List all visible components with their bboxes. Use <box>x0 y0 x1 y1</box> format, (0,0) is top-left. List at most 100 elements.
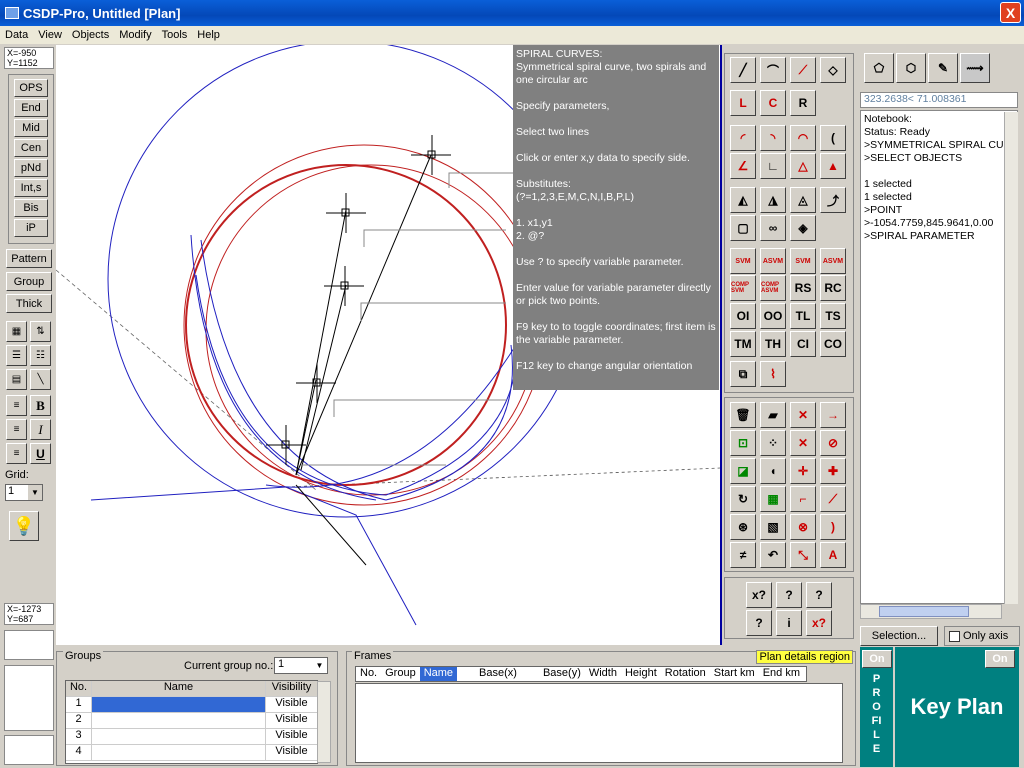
arc-2-icon[interactable]: ◜ <box>730 125 756 151</box>
align-left-icon[interactable]: ≡ <box>6 395 27 416</box>
ci-button[interactable]: CI <box>790 331 816 357</box>
row-name[interactable] <box>92 697 266 712</box>
row-visibility[interactable]: Visible <box>266 697 317 712</box>
tri-e-icon[interactable]: ▲ <box>820 153 846 179</box>
arc-4-icon[interactable]: ( <box>820 125 846 151</box>
arc-3-icon[interactable]: ◝ <box>760 125 786 151</box>
polyline-icon[interactable]: ◇ <box>820 57 846 83</box>
snap-mid-button[interactable]: Mid <box>14 119 48 137</box>
thick-button[interactable]: Thick <box>6 294 52 313</box>
arc-icon[interactable]: ⌒ <box>760 57 786 83</box>
close-button[interactable]: X <box>1000 2 1021 23</box>
grid-select[interactable]: 1 ▼ <box>5 484 43 501</box>
row-visibility[interactable]: Visible <box>266 713 317 728</box>
stairs-icon[interactable]: ⌇ <box>760 361 786 387</box>
current-group-select[interactable]: 1 ▼ <box>274 657 328 674</box>
col-start-km[interactable]: Start km <box>710 667 759 681</box>
rounded-rect-icon[interactable]: ▢ <box>730 215 756 241</box>
snap-bis-button[interactable]: Bis <box>14 199 48 217</box>
tm-button[interactable]: TM <box>730 331 756 357</box>
hatch-icon[interactable]: ▧ <box>760 514 786 540</box>
erase-icon[interactable]: ▰ <box>760 402 786 428</box>
row-name[interactable] <box>92 745 266 760</box>
svm-icon[interactable]: SVM <box>730 248 756 274</box>
line-icon[interactable]: ╱ <box>730 57 756 83</box>
list-icon[interactable]: ☰ <box>6 345 27 366</box>
selection-button[interactable]: Selection... <box>860 626 938 646</box>
align-right-icon[interactable]: ≡ <box>6 443 27 464</box>
delete-icon[interactable]: 🗑 <box>730 402 756 428</box>
snap-ip-button[interactable]: iP <box>14 219 48 237</box>
pattern-button[interactable]: Pattern <box>6 249 52 268</box>
menu-modify[interactable]: Modify <box>114 29 156 41</box>
trim-icon[interactable]: ✕ <box>790 430 816 456</box>
info-icon[interactable]: i <box>776 610 802 636</box>
align-center-icon[interactable]: ≡ <box>6 419 27 440</box>
tri-icon[interactable]: △ <box>790 153 816 179</box>
curve-trim-icon[interactable]: ) <box>820 514 846 540</box>
col-base-x[interactable]: Base(x) <box>457 667 521 681</box>
table-icon[interactable]: ▤ <box>6 369 27 390</box>
text-icon[interactable]: A <box>820 542 846 568</box>
svm-2-icon[interactable]: SVM <box>790 248 816 274</box>
snap-ops-button[interactable]: OPS <box>14 79 48 97</box>
col-height[interactable]: Height <box>621 667 661 681</box>
asvm-2-icon[interactable]: ASVM <box>820 248 846 274</box>
coordinate-field[interactable]: 323.2638< 71.008361 <box>860 92 1018 108</box>
query-x-icon[interactable]: x? <box>746 582 772 608</box>
row-name[interactable] <box>92 713 266 728</box>
copy-icon[interactable]: ◪ <box>730 458 756 484</box>
query-delete-icon[interactable]: x? <box>806 610 832 636</box>
extend-icon[interactable]: → <box>820 402 846 428</box>
menu-tools[interactable]: Tools <box>157 29 193 41</box>
split-icon[interactable]: ✚ <box>820 458 846 484</box>
properties-icon[interactable]: ▦ <box>6 321 27 342</box>
snap-pnd-button[interactable]: pNd <box>14 159 48 177</box>
lightbulb-icon[interactable]: 💡 <box>9 511 39 541</box>
rc-button[interactable]: RC <box>820 275 846 301</box>
query-db-icon[interactable]: ? <box>746 610 772 636</box>
row-visibility[interactable]: Visible <box>266 729 317 744</box>
table-row[interactable]: 1 Visible <box>66 697 317 713</box>
circle-trim-icon[interactable]: ⊘ <box>820 430 846 456</box>
points-icon[interactable]: ⁘ <box>760 430 786 456</box>
scroll-thumb[interactable] <box>879 606 969 617</box>
curve-3-icon[interactable]: ◬ <box>790 187 816 213</box>
row-name[interactable] <box>92 729 266 744</box>
select-tool-icon[interactable]: ⬠ <box>864 53 894 83</box>
arc-tangent-icon[interactable]: ⟋ <box>790 57 816 83</box>
col-base-y[interactable]: Base(y) <box>521 667 585 681</box>
comp-svm-icon[interactable]: COMP SVM <box>730 275 756 301</box>
comp-asvm-icon[interactable]: COMP ASVM <box>760 275 786 301</box>
angle-2-icon[interactable]: ∟ <box>760 153 786 179</box>
frame-icon[interactable]: ⧉ <box>730 361 756 387</box>
col-width[interactable]: Width <box>585 667 621 681</box>
keyplan-on-button[interactable]: On <box>985 650 1015 668</box>
curve-2-icon[interactable]: ◮ <box>760 187 786 213</box>
only-axis-checkbox[interactable]: Only axis <box>944 626 1020 646</box>
c-tool-button[interactable]: C <box>760 90 786 116</box>
angle-icon[interactable]: ∠ <box>730 153 756 179</box>
curve-1-icon[interactable]: ◭ <box>730 187 756 213</box>
col-no[interactable]: No. <box>66 681 92 696</box>
spiral-icon[interactable]: ∞ <box>760 215 786 241</box>
table-row[interactable]: 3 Visible <box>66 729 317 745</box>
select-poly-icon[interactable]: ⬡ <box>896 53 926 83</box>
chevron-down-icon[interactable]: ▼ <box>28 485 42 500</box>
checkbox-icon[interactable] <box>949 630 960 642</box>
col-end-km[interactable]: End km <box>759 667 804 681</box>
curve-4-icon[interactable]: ⤴ <box>820 187 846 213</box>
menu-objects[interactable]: Objects <box>67 29 114 41</box>
parallel-icon[interactable]: ≠ <box>730 542 756 568</box>
r-tool-button[interactable]: R <box>790 90 816 116</box>
line-tool-icon[interactable]: ╲ <box>30 369 51 390</box>
offset-icon[interactable]: ⊗ <box>790 514 816 540</box>
query-line-icon[interactable]: ? <box>776 582 802 608</box>
menu-view[interactable]: View <box>33 29 67 41</box>
arc-lr-icon[interactable]: ◠ <box>790 125 816 151</box>
chart-icon[interactable]: ⟿ <box>960 53 990 83</box>
menu-data[interactable]: Data <box>0 29 33 41</box>
menu-help[interactable]: Help <box>192 29 225 41</box>
mirror-icon[interactable]: ◖ <box>760 458 786 484</box>
col-name[interactable]: Name <box>419 667 458 681</box>
